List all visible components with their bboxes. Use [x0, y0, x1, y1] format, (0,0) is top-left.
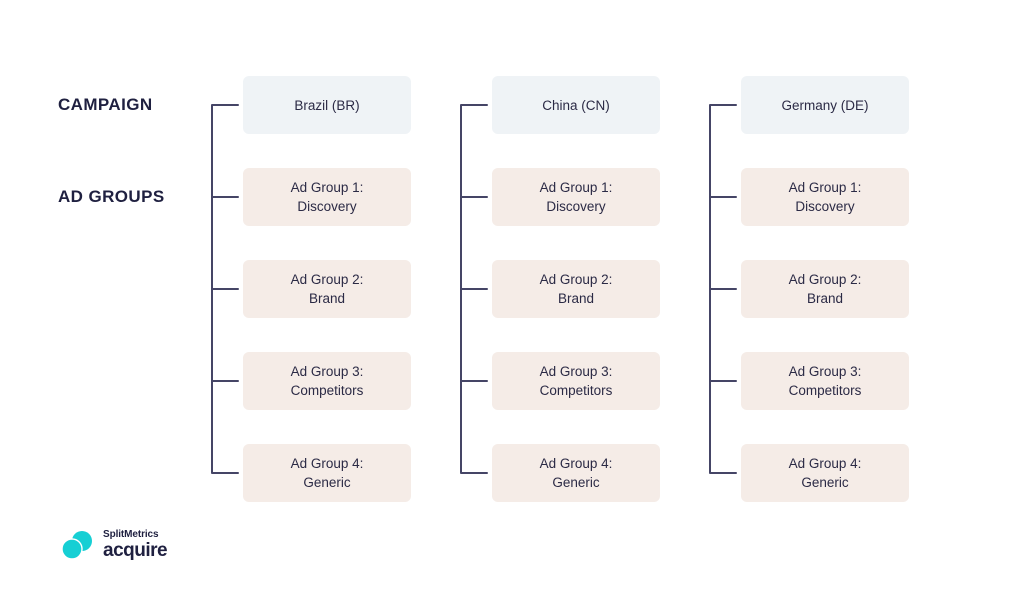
campaign-node[interactable]: Brazil (BR): [243, 76, 411, 134]
ad-group-node[interactable]: Ad Group 1: Discovery: [243, 168, 411, 226]
campaign-node-label: Germany (DE): [781, 97, 869, 113]
ad-group-node[interactable]: Ad Group 4: Generic: [243, 444, 411, 502]
ad-group-node[interactable]: Ad Group 3: Competitors: [243, 352, 411, 410]
two-overlapping-circles-icon: [61, 531, 92, 560]
campaign-column-3: Germany (DE) Ad Group 1: Discovery Ad Gr…: [741, 0, 909, 610]
ad-group-node[interactable]: Ad Group 3: Competitors: [492, 352, 660, 410]
ad-group-node-label: Ad Group 2: Brand: [290, 272, 364, 306]
ad-group-node-label: Ad Group 3: Competitors: [788, 364, 862, 398]
brand-logo: SplitMetrics acquire: [60, 528, 168, 562]
row-label-campaign: CAMPAIGN: [58, 95, 153, 114]
brand-wordmark: SplitMetrics acquire: [103, 529, 168, 561]
ad-group-node[interactable]: Ad Group 1: Discovery: [492, 168, 660, 226]
ad-group-node-label: Ad Group 3: Competitors: [290, 364, 364, 398]
ad-group-node-label: Ad Group 4: Generic: [539, 456, 613, 490]
ad-group-node[interactable]: Ad Group 2: Brand: [741, 260, 909, 318]
campaign-node[interactable]: China (CN): [492, 76, 660, 134]
ad-group-node-label: Ad Group 4: Generic: [788, 456, 862, 490]
campaign-node-label: Brazil (BR): [294, 97, 360, 113]
row-label-ad-groups: AD GROUPS: [58, 187, 165, 206]
ad-group-node-label: Ad Group 1: Discovery: [539, 180, 613, 214]
campaign-structure-diagram: CAMPAIGN AD GROUPS Brazil (BR) Ad Group: [0, 0, 1024, 610]
ad-group-node[interactable]: Ad Group 1: Discovery: [741, 168, 909, 226]
ad-group-node-label: Ad Group 2: Brand: [539, 272, 613, 306]
ad-group-node-label: Ad Group 1: Discovery: [290, 180, 364, 214]
brand-product-acquire: acquire: [103, 540, 168, 561]
ad-group-node-label: Ad Group 3: Competitors: [539, 364, 613, 398]
ad-group-node-label: Ad Group 2: Brand: [788, 272, 862, 306]
ad-group-node[interactable]: Ad Group 3: Competitors: [741, 352, 909, 410]
ad-group-node[interactable]: Ad Group 2: Brand: [492, 260, 660, 318]
campaign-node[interactable]: Germany (DE): [741, 76, 909, 134]
campaign-column-2: China (CN) Ad Group 1: Discovery Ad Grou…: [492, 0, 660, 610]
brand-name-splitmetrics: SplitMetrics: [103, 529, 159, 540]
campaign-node-label: China (CN): [542, 97, 610, 113]
ad-group-node[interactable]: Ad Group 2: Brand: [243, 260, 411, 318]
ad-group-node[interactable]: Ad Group 4: Generic: [492, 444, 660, 502]
ad-group-node-label: Ad Group 4: Generic: [290, 456, 364, 490]
campaign-column-1: Brazil (BR) Ad Group 1: Discovery Ad Gro…: [243, 0, 411, 610]
ad-group-node[interactable]: Ad Group 4: Generic: [741, 444, 909, 502]
ad-group-node-label: Ad Group 1: Discovery: [788, 180, 862, 214]
